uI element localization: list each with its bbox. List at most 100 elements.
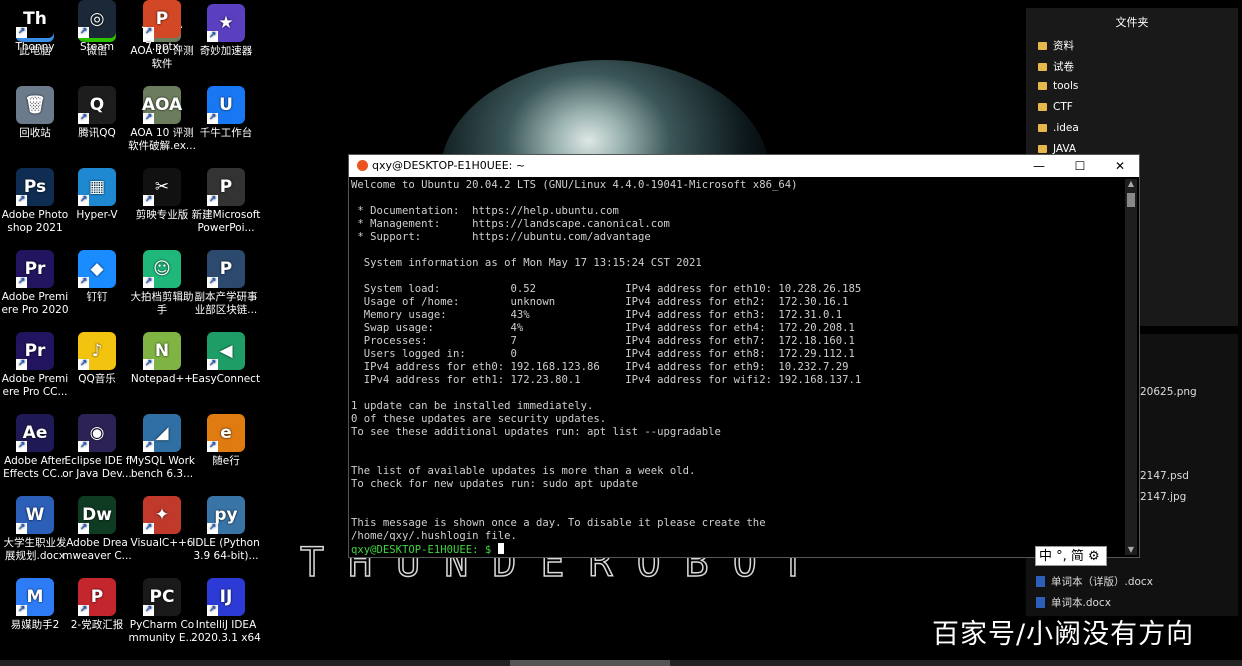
folder-icon bbox=[1038, 82, 1047, 90]
folder-item[interactable]: 资料 bbox=[1038, 38, 1074, 53]
desktop-icon[interactable]: ◎ ↗ Steam bbox=[62, 0, 132, 54]
folder-item[interactable]: 试卷 bbox=[1038, 59, 1074, 74]
desktop-icon[interactable]: P ↗ 新建Microsoft PowerPoi... bbox=[191, 168, 261, 235]
app-glyph: P bbox=[219, 176, 233, 197]
file-item[interactable]: 20625.png bbox=[1140, 386, 1197, 398]
folder-item[interactable]: tools bbox=[1038, 80, 1078, 92]
folder-label: tools bbox=[1053, 80, 1079, 92]
app-glyph: Dw bbox=[82, 504, 112, 525]
file-label: 单词本.docx bbox=[1051, 597, 1111, 609]
app-icon: ◢ ↗ bbox=[143, 414, 181, 452]
folder-item[interactable]: .idea bbox=[1038, 122, 1079, 134]
watermark: 百家号/小阙没有方向 bbox=[932, 619, 1195, 650]
desktop-icon[interactable]: M ↗ 易媒助手2 bbox=[0, 578, 70, 632]
desktop-icon[interactable]: py ↗ IDLE (Python 3.9 64-bit)... bbox=[191, 496, 261, 563]
desktop-icon[interactable]: PC ↗ PyCharm Community E... bbox=[127, 578, 197, 645]
close-button[interactable]: ✕ bbox=[1105, 155, 1135, 177]
scroll-thumb[interactable] bbox=[1127, 193, 1135, 207]
shortcut-arrow-icon: ↗ bbox=[143, 441, 154, 452]
terminal-line: Usage of /home: unknown IPv4 address for… bbox=[351, 296, 849, 308]
desktop-icon-label: MySQL Workbench 6.3... bbox=[129, 455, 195, 480]
desktop-icon[interactable]: U ↗ 千牛工作台 bbox=[191, 86, 261, 140]
desktop-icon[interactable]: ✂ ↗ 剪映专业版 bbox=[127, 168, 197, 222]
shortcut-arrow-icon: ↗ bbox=[16, 27, 27, 38]
ime-toolbar[interactable]: 中 °, 简 ⚙ bbox=[1035, 546, 1107, 566]
desktop-icon[interactable]: Q ↗ 腾讯QQ bbox=[62, 86, 132, 140]
desktop-icon[interactable]: P ↗ 7.pptx bbox=[127, 0, 197, 54]
shortcut-arrow-icon: ↗ bbox=[207, 113, 218, 124]
desktop-icon[interactable]: P ↗ 副本产学研事业部区块链... bbox=[191, 250, 261, 317]
terminal-scrollbar[interactable]: ▲ ▼ bbox=[1125, 179, 1137, 555]
desktop-icon[interactable]: ◢ ↗ MySQL Workbench 6.3... bbox=[127, 414, 197, 481]
desktop-icon[interactable]: ◉ ↗ Eclipse IDE for Java Dev... bbox=[62, 414, 132, 481]
app-icon: ★ ↗ bbox=[207, 4, 245, 42]
desktop-icon[interactable]: Dw ↗ Adobe Dreamweaver C... bbox=[62, 496, 132, 563]
desktop-icon-label: VisualC++6 bbox=[130, 537, 194, 549]
desktop-icon[interactable]: Pr ↗ Adobe Premiere Pro 2020 bbox=[0, 250, 70, 317]
app-glyph: ▦ bbox=[88, 176, 106, 197]
terminal-line: To see these additional updates run: apt… bbox=[351, 426, 721, 438]
desktop-icon-label: 随e行 bbox=[212, 455, 240, 467]
folder-icon bbox=[1038, 63, 1047, 71]
minimize-button[interactable]: — bbox=[1024, 155, 1054, 177]
app-glyph: Q bbox=[89, 94, 105, 115]
app-glyph: ◉ bbox=[89, 422, 105, 443]
app-glyph: W bbox=[25, 504, 45, 525]
desktop-icon[interactable]: Ae ↗ Adobe After Effects CC... bbox=[0, 414, 70, 481]
desktop-icon[interactable]: Th ↗ Thonny bbox=[0, 0, 70, 54]
taskbar-active-app[interactable] bbox=[510, 660, 670, 666]
app-glyph: P bbox=[155, 8, 169, 29]
terminal-titlebar[interactable]: qxy@DESKTOP-E1H0UEE: ~ — ☐ ✕ bbox=[349, 155, 1139, 177]
scroll-down-icon[interactable]: ▼ bbox=[1125, 545, 1137, 555]
desktop-icon[interactable]: ▦ ↗ Hyper-V bbox=[62, 168, 132, 222]
terminal-line: To check for new updates run: sudo apt u… bbox=[351, 478, 639, 490]
app-icon: Ae ↗ bbox=[16, 414, 54, 452]
desktop-icon[interactable]: ◆ ↗ 钉钉 bbox=[62, 250, 132, 304]
file-label: 单词本（详版）.docx bbox=[1051, 576, 1153, 588]
desktop-icon[interactable]: ☺ ↗ 大拍档剪辑助手 bbox=[127, 250, 197, 317]
file-item[interactable]: 2147.jpg bbox=[1140, 491, 1186, 503]
app-glyph: P bbox=[219, 258, 233, 279]
terminal-line: Swap usage: 4% IPv4 address for eth4: 17… bbox=[351, 322, 855, 334]
file-label: 2147.jpg bbox=[1140, 491, 1187, 503]
desktop-icon[interactable]: AOA ↗ AOA 10 评测软件破解.ex... bbox=[127, 86, 197, 153]
desktop-icon[interactable]: IJ ↗ IntelliJ IDEA 2020.3.1 x64 bbox=[191, 578, 261, 645]
terminal-line: IPv4 address for eth1: 172.23.80.1 IPv4 … bbox=[351, 374, 862, 386]
shortcut-arrow-icon: ↗ bbox=[207, 359, 218, 370]
word-doc-icon bbox=[1036, 576, 1045, 587]
file-item[interactable]: 单词本.docx bbox=[1036, 595, 1111, 610]
desktop-icon[interactable]: P ↗ 2-党政汇报 bbox=[62, 578, 132, 632]
desktop-icon[interactable]: ✦ ↗ VisualC++6 bbox=[127, 496, 197, 550]
app-icon: ◀ ↗ bbox=[207, 332, 245, 370]
desktop-icon[interactable]: e ↗ 随e行 bbox=[191, 414, 261, 468]
desktop-icon[interactable]: W ↗ 大学生职业发展规划.docx bbox=[0, 496, 70, 563]
app-glyph: ◀ bbox=[219, 340, 233, 361]
desktop-icon[interactable]: ◀ ↗ EasyConnect bbox=[191, 332, 261, 386]
app-icon: ▦ ↗ bbox=[78, 168, 116, 206]
desktop-icon-label: AOA 10 评测软件破解.ex... bbox=[128, 127, 196, 152]
desktop-icon[interactable]: Ps ↗ Adobe Photoshop 2021 bbox=[0, 168, 70, 235]
desktop-icon[interactable]: N ↗ Notepad++ bbox=[127, 332, 197, 386]
app-icon: 🗑 bbox=[16, 86, 54, 124]
desktop-icon[interactable]: Pr ↗ Adobe Premiere Pro CC... bbox=[0, 332, 70, 399]
desktop-icon[interactable]: ★ ↗ 奇妙加速器 bbox=[191, 4, 261, 58]
folder-item[interactable]: CTF bbox=[1038, 101, 1073, 113]
terminal-output[interactable]: Welcome to Ubuntu 20.04.2 LTS (GNU/Linux… bbox=[351, 179, 1126, 555]
app-glyph: ◢ bbox=[155, 422, 169, 443]
app-icon: ♪ ↗ bbox=[78, 332, 116, 370]
terminal-window[interactable]: qxy@DESKTOP-E1H0UEE: ~ — ☐ ✕ Welcome to … bbox=[348, 154, 1140, 558]
maximize-button[interactable]: ☐ bbox=[1065, 155, 1095, 177]
desktop-icon[interactable]: 🗑 回收站 bbox=[0, 86, 70, 140]
app-icon: ◎ ↗ bbox=[78, 0, 116, 38]
file-item[interactable]: 单词本（详版）.docx bbox=[1036, 574, 1153, 589]
file-item[interactable]: 2147.psd bbox=[1140, 470, 1189, 482]
app-glyph: ☺ bbox=[153, 258, 171, 279]
app-icon: Dw ↗ bbox=[78, 496, 116, 534]
scroll-up-icon[interactable]: ▲ bbox=[1125, 179, 1137, 189]
shortcut-arrow-icon: ↗ bbox=[78, 277, 89, 288]
desktop-icon-label: Hyper-V bbox=[76, 209, 118, 221]
desktop-icon-label: Adobe Premiere Pro CC... bbox=[1, 373, 69, 398]
app-glyph: Pr bbox=[24, 340, 46, 361]
desktop-icon[interactable]: ♪ ↗ QQ音乐 bbox=[62, 332, 132, 386]
